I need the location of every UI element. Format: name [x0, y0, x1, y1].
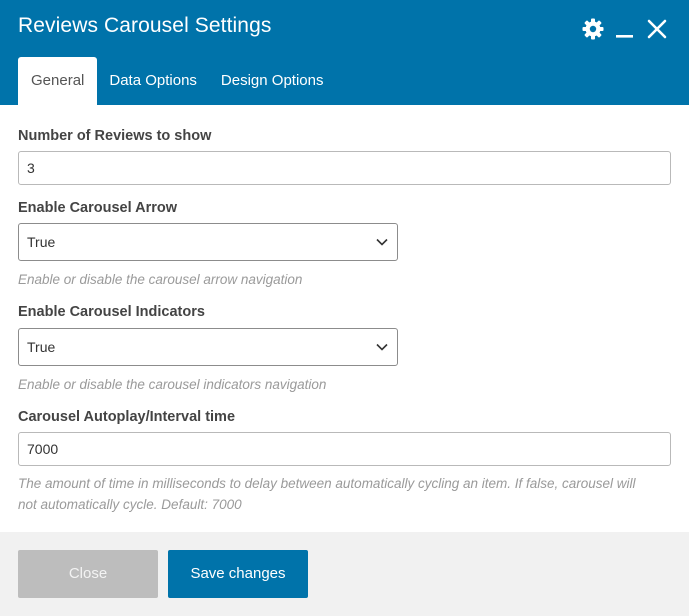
carousel-arrow-value: True	[27, 234, 56, 250]
carousel-arrow-help: Enable or disable the carousel arrow nav…	[18, 272, 303, 287]
chevron-down-icon	[376, 238, 388, 246]
carousel-indicators-select[interactable]: True	[18, 328, 398, 366]
close-button[interactable]: Close	[18, 550, 158, 598]
tab-design-options[interactable]: Design Options	[209, 57, 336, 105]
modal-header: Reviews Carousel Settings General Data O…	[0, 0, 689, 105]
close-icon[interactable]	[645, 17, 669, 41]
carousel-arrow-label: Enable Carousel Arrow	[18, 200, 178, 216]
gear-icon[interactable]	[581, 17, 605, 41]
reviews-count-label: Number of Reviews to show	[18, 128, 212, 144]
carousel-indicators-value: True	[27, 339, 56, 355]
modal-footer: Close Save changes	[0, 532, 689, 616]
autoplay-interval-field: Carousel Autoplay/Interval time 7000 The…	[18, 407, 671, 512]
chevron-down-icon	[376, 343, 388, 351]
carousel-arrow-select[interactable]: True	[18, 223, 398, 261]
modal-title: Reviews Carousel Settings	[18, 14, 272, 37]
carousel-indicators-label: Enable Carousel Indicators	[18, 304, 205, 320]
autoplay-interval-help: The amount of time in milliseconds to de…	[18, 473, 671, 515]
reviews-count-field: Number of Reviews to show 3	[18, 126, 671, 185]
carousel-arrow-field: Enable Carousel Arrow True Enable or dis…	[18, 198, 671, 287]
tab-general[interactable]: General	[18, 57, 98, 105]
autoplay-interval-input[interactable]: 7000	[18, 432, 671, 466]
reviews-count-input[interactable]: 3	[18, 151, 671, 185]
autoplay-interval-help-line-1: The amount of time in milliseconds to de…	[18, 476, 636, 491]
tab-data-options[interactable]: Data Options	[97, 57, 209, 105]
carousel-indicators-help: Enable or disable the carousel indicator…	[18, 377, 327, 392]
autoplay-interval-help-line-2: not automatically cycle. Default: 7000	[18, 497, 242, 512]
settings-form: Number of Reviews to show 3 Enable Carou…	[0, 105, 689, 532]
carousel-indicators-field: Enable Carousel Indicators True Enable o…	[18, 302, 671, 392]
minimize-icon[interactable]	[613, 17, 637, 41]
autoplay-interval-label: Carousel Autoplay/Interval time	[18, 409, 236, 425]
tab-bar: General Data Options Design Options	[18, 57, 335, 105]
window-controls	[573, 16, 669, 42]
save-changes-button[interactable]: Save changes	[168, 550, 308, 598]
